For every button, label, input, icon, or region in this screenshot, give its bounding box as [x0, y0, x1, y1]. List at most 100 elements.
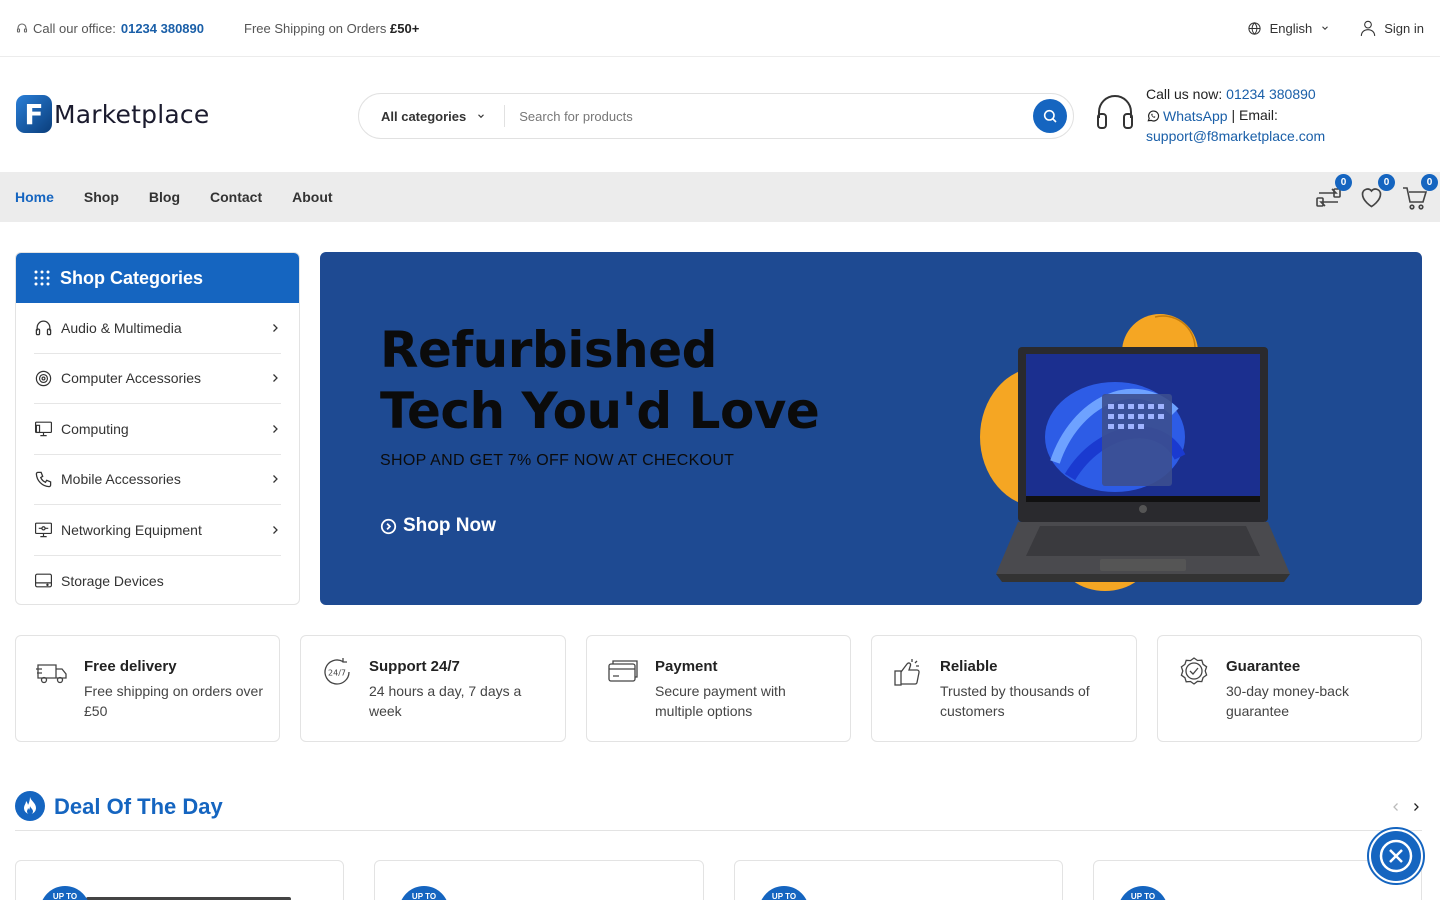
- main-nav: Home Shop Blog Contact About 0 0 0: [0, 172, 1440, 222]
- sign-in-link[interactable]: Sign in: [1360, 19, 1424, 37]
- logo-mark: F: [16, 95, 52, 133]
- search-bar: All categories: [358, 93, 1074, 139]
- deal-product-card[interactable]: UP TO: [734, 860, 1063, 900]
- shop-categories-title: Shop Categories: [60, 267, 204, 288]
- category-label: Computing: [61, 420, 129, 437]
- whatsapp-link[interactable]: WhatsApp: [1146, 106, 1228, 127]
- nav-home[interactable]: Home: [15, 189, 54, 205]
- discount-badge: UP TO: [399, 886, 449, 900]
- carousel-prev-button[interactable]: [1390, 800, 1402, 814]
- category-item-networking-equipment[interactable]: Networking Equipment: [34, 505, 281, 556]
- category-item-computer-accessories[interactable]: Computer Accessories: [34, 354, 281, 404]
- deal-of-the-day-header: Deal Of The Day: [15, 791, 1422, 831]
- feature-reliable: Reliable Trusted by thousands of custome…: [871, 635, 1137, 742]
- deal-product-card[interactable]: UP TO: [15, 860, 344, 900]
- sign-in-label: Sign in: [1384, 20, 1424, 36]
- category-label: Networking Equipment: [61, 521, 202, 538]
- chevron-right-icon: [269, 473, 281, 485]
- user-icon: [1360, 19, 1376, 37]
- chevron-right-icon: [269, 524, 281, 536]
- discount-badge: UP TO: [40, 886, 90, 900]
- shipping-notice: Free Shipping on Orders £50+: [244, 21, 419, 36]
- shipping-amount: £50+: [390, 20, 420, 36]
- language-label: English: [1269, 20, 1313, 36]
- feature-support: 24/7 Support 24/7 24 hours a day, 7 days…: [300, 635, 566, 742]
- hero-banner: Refurbished Tech You'd Love SHOP AND GET…: [320, 252, 1422, 605]
- feature-title: Reliable: [940, 658, 998, 675]
- badge-check-icon: [1178, 656, 1210, 688]
- chevron-down-icon: [476, 111, 486, 121]
- compare-count-badge: 0: [1335, 173, 1352, 191]
- whatsapp-label: WhatsApp: [1163, 107, 1228, 124]
- category-label: Mobile Accessories: [61, 471, 181, 488]
- call-us-phone-link[interactable]: 01234 380890: [1226, 86, 1316, 102]
- cart-button[interactable]: 0: [1401, 173, 1438, 211]
- hero-title-line2: Tech You'd Love: [380, 382, 820, 440]
- top-bar: Call our office: 01234 380890 Free Shipp…: [0, 0, 1440, 57]
- headphones-icon: [1096, 94, 1134, 147]
- laptop-illustration: [970, 312, 1290, 594]
- search-button[interactable]: [1033, 99, 1067, 133]
- category-item-mobile-accessories[interactable]: Mobile Accessories: [34, 455, 281, 505]
- shop-now-label: Shop Now: [403, 515, 496, 536]
- header-contact: Call us now: 01234 380890 WhatsApp | Ema…: [1096, 84, 1325, 147]
- discount-badge: UP TO: [759, 886, 809, 900]
- shop-categories-panel: Shop Categories Audio & Multimedia Compu…: [15, 252, 300, 605]
- circle-arrow-icon: [380, 518, 397, 535]
- headphones-icon: [34, 318, 53, 337]
- nav-about[interactable]: About: [292, 189, 332, 205]
- category-item-audio-multimedia[interactable]: Audio & Multimedia: [34, 303, 281, 354]
- hero-subtitle: SHOP AND GET 7% OFF NOW AT CHECKOUT: [380, 452, 735, 469]
- hard-drive-icon: [34, 571, 53, 590]
- feature-description: 30-day money-back guarantee: [1226, 683, 1349, 719]
- truck-icon: [36, 656, 68, 688]
- nav-shop[interactable]: Shop: [84, 189, 119, 205]
- chevron-down-icon: [1320, 23, 1330, 33]
- feature-description: 24 hours a day, 7 days a week: [369, 683, 522, 719]
- support-email-link[interactable]: support@f8marketplace.com: [1146, 128, 1325, 144]
- accessibility-widget-button[interactable]: [1367, 827, 1425, 885]
- deal-product-card[interactable]: UP TO: [374, 860, 704, 900]
- whatsapp-icon: [1146, 109, 1160, 123]
- search-input[interactable]: [505, 108, 1033, 124]
- feature-description: Free shipping on orders over £50: [84, 683, 263, 719]
- category-label: Computer Accessories: [61, 370, 202, 387]
- network-icon: [34, 520, 53, 539]
- feature-description: Trusted by thousands of customers: [940, 683, 1090, 719]
- desktop-icon: [34, 419, 53, 438]
- category-select[interactable]: All categories: [359, 105, 506, 127]
- main-header: F Marketplace All categories Call us now…: [0, 58, 1440, 172]
- category-label: Storage Devices: [61, 572, 164, 589]
- deal-of-the-day-title: Deal Of The Day: [54, 794, 223, 819]
- office-phone-link[interactable]: 01234 380890: [121, 21, 204, 36]
- flame-icon: [15, 791, 45, 821]
- contact-separator: |: [1231, 106, 1236, 123]
- wishlist-button[interactable]: 0: [1358, 173, 1395, 211]
- feature-guarantee: Guarantee 30-day money-back guarantee: [1157, 635, 1422, 742]
- feature-payment: Payment Secure payment with multiple opt…: [586, 635, 851, 742]
- support-24-7-icon: 24/7: [321, 656, 353, 688]
- close-icon: [1379, 839, 1413, 873]
- shop-now-button[interactable]: Shop Now: [380, 515, 496, 537]
- call-us-line: Call us now: 01234 380890: [1146, 84, 1325, 105]
- shop-categories-header[interactable]: Shop Categories: [16, 253, 299, 303]
- category-item-storage-devices[interactable]: Storage Devices: [34, 556, 281, 605]
- wishlist-count-badge: 0: [1378, 173, 1395, 191]
- hero-title-line1: Refurbished: [380, 321, 717, 379]
- globe-icon: [1247, 21, 1262, 36]
- discount-badge: UP TO: [1118, 886, 1168, 900]
- compare-button[interactable]: 0: [1315, 173, 1352, 211]
- language-selector[interactable]: English: [1247, 21, 1331, 36]
- nav-blog[interactable]: Blog: [149, 189, 180, 205]
- logo-text: Marketplace: [54, 99, 210, 129]
- category-item-computing[interactable]: Computing: [34, 404, 281, 455]
- hero-title: Refurbished Tech You'd Love: [380, 320, 820, 442]
- chevron-right-icon: [269, 372, 281, 384]
- carousel-next-button[interactable]: [1410, 800, 1422, 814]
- grid-dots-icon: [34, 270, 50, 286]
- search-icon: [1042, 108, 1058, 124]
- site-logo[interactable]: F Marketplace: [16, 95, 209, 133]
- feature-title: Free delivery: [84, 658, 177, 675]
- nav-contact[interactable]: Contact: [210, 189, 262, 205]
- feature-title: Guarantee: [1226, 658, 1301, 675]
